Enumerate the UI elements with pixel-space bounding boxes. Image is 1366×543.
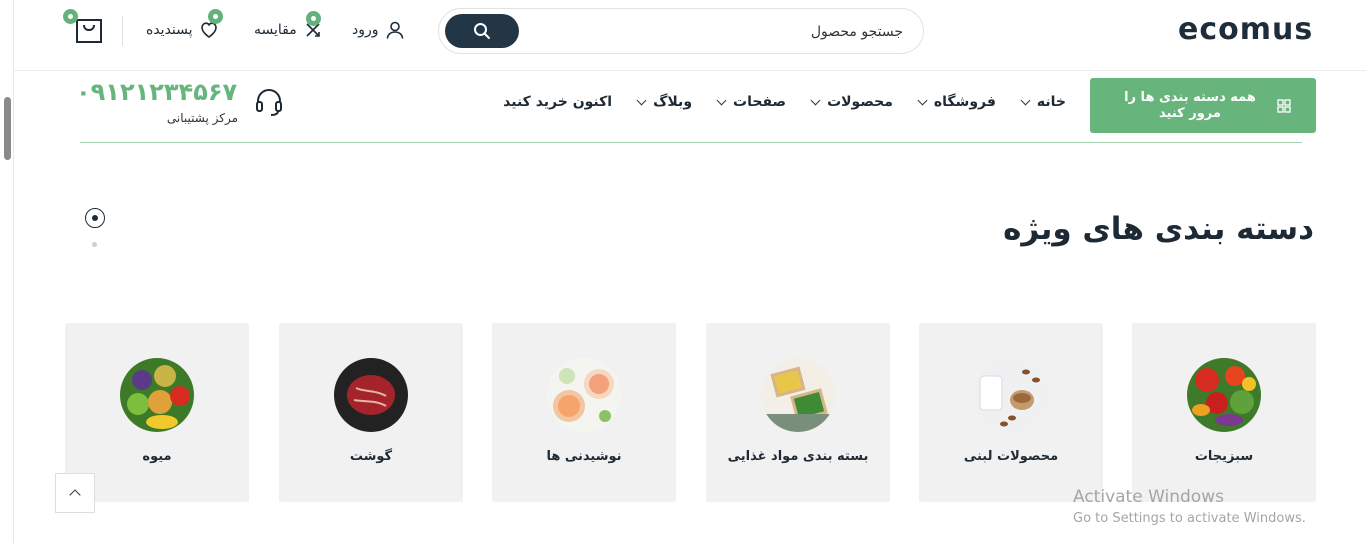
windows-activation-subtitle: Go to Settings to activate Windows. — [1073, 511, 1306, 526]
wishlist-label: پسندیده — [146, 22, 193, 38]
user-icon — [386, 21, 403, 39]
chevron-up-icon — [69, 489, 81, 501]
vegetables-image — [1187, 358, 1261, 432]
dairy-image — [974, 358, 1048, 432]
search-input[interactable] — [523, 20, 903, 44]
meat-image — [334, 358, 408, 432]
cart-bag-icon — [76, 19, 102, 43]
chevron-down-icon — [917, 95, 928, 105]
page-left-border — [13, 0, 14, 543]
support-phone[interactable]: ۰۹۱۲۱۲۳۴۵۶۷ — [76, 78, 237, 106]
page: ecomus ورود مقایسه پسندیده همه دسته بندی… — [0, 0, 1366, 543]
carousel-dot[interactable] — [92, 242, 97, 247]
nav-item-label: صفحات — [733, 94, 787, 110]
login-link[interactable]: ورود — [352, 20, 405, 40]
category-label: گوشت — [349, 449, 393, 464]
carousel-dot-active[interactable] — [85, 208, 105, 228]
category-card-vegetables[interactable]: سبزیجات — [1132, 323, 1316, 502]
category-label: محصولات لبنی — [963, 449, 1059, 464]
category-label: بسته بندی مواد غذایی — [727, 449, 869, 464]
category-label: سبزیجات — [1194, 449, 1254, 464]
compare-count-badge — [306, 11, 321, 26]
wishlist-link[interactable]: پسندیده — [146, 20, 219, 40]
chevron-down-icon — [716, 95, 727, 105]
support-label: مرکز پشتیبانی — [166, 111, 238, 125]
cart-button[interactable] — [75, 14, 103, 48]
browse-categories-button[interactable]: همه دسته بندی ها را مرور کنید — [1090, 78, 1316, 133]
nav-divider-line — [80, 142, 1302, 143]
compare-label: مقایسه — [254, 22, 297, 38]
nav-item-label: فروشگاه — [933, 94, 996, 110]
category-card-drinks[interactable]: نوشیدنی ها — [492, 323, 676, 502]
browse-categories-label: همه دسته بندی ها را مرور کنید — [1124, 89, 1256, 121]
cart-count-badge — [63, 9, 78, 24]
nav-item-label: محصولات — [827, 94, 893, 110]
nav-item-label: وبلاگ — [653, 94, 693, 110]
drinks-image — [547, 358, 621, 432]
category-card-packaged-food[interactable]: بسته بندی مواد غذایی — [706, 323, 890, 502]
grid-icon — [1277, 98, 1291, 113]
support-center[interactable]: ۰۹۱۲۱۲۳۴۵۶۷ مرکز پشتیبانی — [76, 78, 238, 125]
category-card-meat[interactable]: گوشت — [279, 323, 463, 502]
packaged-food-image — [761, 358, 835, 432]
nav-item-pages[interactable]: صفحات — [716, 94, 787, 110]
chevron-down-icon — [636, 95, 647, 105]
category-label: نوشیدنی ها — [546, 449, 622, 464]
search-button[interactable] — [445, 14, 519, 48]
nav-item-buy-now[interactable]: اکنون خرید کنید — [503, 94, 612, 110]
search-icon — [474, 23, 490, 39]
nav-item-blog[interactable]: وبلاگ — [636, 94, 693, 110]
chevron-down-icon — [1020, 95, 1031, 105]
wishlist-count-badge — [208, 9, 223, 24]
windows-activation-title: Activate Windows — [1073, 487, 1224, 507]
fruit-image — [120, 358, 194, 432]
scroll-to-top-button[interactable] — [55, 473, 95, 513]
category-card-dairy[interactable]: محصولات لبنی — [919, 323, 1103, 502]
search-bar — [438, 8, 924, 54]
chevron-down-icon — [810, 95, 821, 105]
nav-item-shop[interactable]: فروشگاه — [917, 94, 996, 110]
nav-item-label: اکنون خرید کنید — [503, 94, 613, 110]
nav-item-home[interactable]: خانه — [1020, 94, 1066, 110]
section-title: دسته بندی های ویژه — [1003, 211, 1314, 247]
login-label: ورود — [352, 22, 379, 38]
header-divider-line — [14, 70, 1366, 71]
category-label: میوه — [142, 449, 172, 464]
main-nav: خانه فروشگاه محصولات صفحات وبلاگ اکنون خ… — [503, 94, 1066, 110]
headset-icon — [256, 89, 282, 116]
nav-item-label: خانه — [1036, 94, 1066, 110]
nav-item-products[interactable]: محصولات — [810, 94, 893, 110]
support-headset — [253, 86, 285, 122]
logo[interactable]: ecomus — [1178, 12, 1313, 47]
header-divider — [122, 16, 123, 46]
scrollbar-thumb[interactable] — [4, 97, 11, 160]
